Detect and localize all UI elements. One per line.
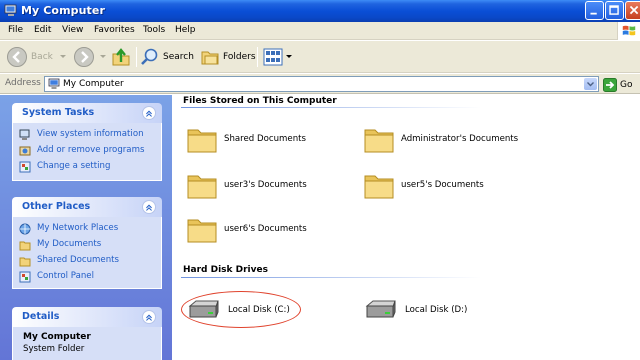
- forward-button[interactable]: [73, 46, 107, 68]
- toolbar: Back Search Folders: [0, 41, 640, 73]
- hard-disk-icon: [365, 300, 396, 318]
- up-folder-button[interactable]: [111, 46, 131, 68]
- my-computer-icon: [48, 78, 60, 89]
- chevron-down-icon: [286, 55, 292, 58]
- search-button[interactable]: Search: [140, 46, 194, 68]
- title-bar[interactable]: My Computer: [0, 0, 640, 22]
- folder-icon: [364, 175, 394, 199]
- drives-section-title: Hard Disk Drives: [183, 265, 268, 275]
- minimize-button[interactable]: [585, 1, 604, 20]
- details-name: My Computer: [23, 332, 91, 342]
- folder-icon: [187, 175, 217, 199]
- my-computer-window: My Computer File Edit View Favorites Too…: [0, 0, 640, 360]
- folder-icon: [187, 219, 217, 243]
- menu-bar: File Edit View Favorites Tools Help: [0, 22, 640, 40]
- address-label: Address: [5, 78, 41, 88]
- details-panel: Details My Computer System Folder: [12, 307, 162, 360]
- add-remove-icon: [19, 146, 31, 156]
- address-bar: Address My Computer Go: [0, 74, 640, 94]
- chevron-down-icon: [59, 55, 66, 58]
- address-dropdown-icon[interactable]: [584, 78, 597, 90]
- place-my-documents[interactable]: My Documents: [13, 237, 161, 253]
- details-type: System Folder: [23, 344, 85, 354]
- collapse-icon[interactable]: [142, 200, 156, 214]
- files-section-title: Files Stored on This Computer: [183, 96, 337, 106]
- content-area: Files Stored on This Computer Shared Doc…: [172, 95, 640, 360]
- search-icon: [141, 48, 158, 65]
- system-info-icon: [19, 129, 30, 140]
- windows-logo-icon: [617, 22, 640, 40]
- collapse-icon[interactable]: [142, 106, 156, 120]
- menu-tools[interactable]: Tools: [143, 25, 165, 35]
- folder-user3s-documents[interactable]: user3's Documents: [186, 170, 307, 200]
- address-input[interactable]: My Computer: [44, 76, 599, 92]
- folder-user6s-documents[interactable]: user6's Documents: [186, 214, 307, 244]
- folder-icon: [19, 241, 31, 251]
- details-header[interactable]: Details: [12, 307, 162, 327]
- folder-icon: [364, 129, 394, 153]
- go-arrow-icon: [603, 77, 617, 92]
- menu-view[interactable]: View: [62, 25, 83, 35]
- up-folder-icon: [112, 48, 130, 66]
- place-shared-documents[interactable]: Shared Documents: [13, 253, 161, 269]
- minimize-icon: [590, 12, 597, 15]
- other-places-panel: Other Places My Network Places My Docume…: [12, 197, 162, 289]
- back-arrow-icon: [7, 47, 27, 67]
- chevron-down-icon: [100, 55, 106, 58]
- go-button[interactable]: Go: [603, 77, 632, 92]
- control-panel-icon: [19, 161, 31, 173]
- task-pane: System Tasks View system information Add…: [0, 95, 172, 360]
- folder-icon: [187, 129, 217, 153]
- place-control-panel[interactable]: Control Panel: [13, 269, 161, 285]
- folder-administrators-documents[interactable]: Administrator's Documents: [363, 124, 518, 154]
- system-tasks-panel: System Tasks View system information Add…: [12, 103, 162, 181]
- menu-favorites[interactable]: Favorites: [94, 25, 135, 35]
- highlight-annotation: [181, 291, 301, 328]
- task-add-remove-programs[interactable]: Add or remove programs: [13, 143, 161, 159]
- place-my-network-places[interactable]: My Network Places: [13, 221, 161, 237]
- other-places-header[interactable]: Other Places: [12, 197, 162, 217]
- network-places-icon: [19, 223, 31, 235]
- address-value: My Computer: [63, 79, 124, 89]
- back-button[interactable]: Back: [6, 46, 67, 68]
- folder-user5s-documents[interactable]: user5's Documents: [363, 170, 484, 200]
- control-panel-icon: [19, 271, 31, 283]
- maximize-button[interactable]: [605, 1, 624, 20]
- folder-icon: [19, 257, 31, 267]
- system-tasks-header[interactable]: System Tasks: [12, 103, 162, 123]
- task-change-a-setting[interactable]: Change a setting: [13, 159, 161, 175]
- views-icon: [263, 48, 283, 66]
- views-button[interactable]: [263, 46, 292, 68]
- folders-icon: [201, 51, 219, 65]
- window-title: My Computer: [21, 4, 105, 17]
- folders-button[interactable]: Folders: [200, 46, 256, 68]
- folder-shared-documents[interactable]: Shared Documents: [186, 124, 306, 154]
- collapse-icon[interactable]: [142, 310, 156, 324]
- close-button[interactable]: [625, 1, 640, 20]
- close-icon: [629, 5, 639, 15]
- maximize-icon: [609, 5, 619, 15]
- task-view-system-information[interactable]: View system information: [13, 127, 161, 143]
- menu-help[interactable]: Help: [175, 25, 196, 35]
- forward-arrow-icon: [74, 47, 94, 67]
- menu-file[interactable]: File: [8, 25, 23, 35]
- drive-local-disk-d[interactable]: Local Disk (D:): [363, 298, 467, 322]
- my-computer-icon: [4, 4, 17, 16]
- menu-edit[interactable]: Edit: [34, 25, 51, 35]
